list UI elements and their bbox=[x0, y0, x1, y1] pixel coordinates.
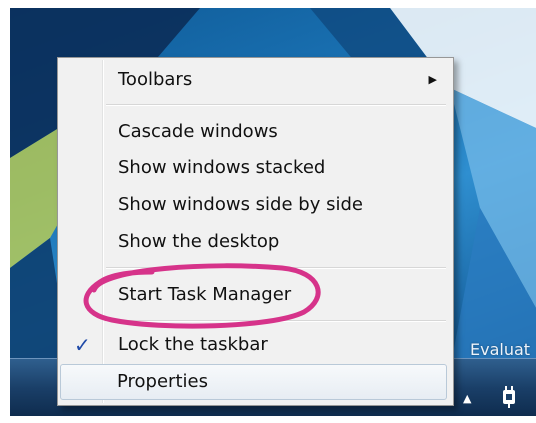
menu-item-label: Show windows stacked bbox=[118, 157, 326, 178]
menu-item-show-windows-stacked[interactable]: Show windows stacked bbox=[60, 151, 449, 185]
menu-item-label: Show windows side by side bbox=[118, 194, 363, 215]
menu-item-lock-the-taskbar[interactable]: ✓ Lock the taskbar bbox=[60, 328, 449, 362]
menu-separator bbox=[106, 104, 446, 106]
screen: Evaluat ▲ Toolbars ▶ Cascade windows Sho… bbox=[0, 0, 536, 423]
menu-separator bbox=[106, 267, 446, 269]
menu-item-start-task-manager[interactable]: Start Task Manager bbox=[60, 278, 449, 312]
menu-item-properties[interactable]: Properties bbox=[60, 364, 447, 400]
menu-item-label: Lock the taskbar bbox=[118, 334, 268, 355]
menu-separator bbox=[106, 320, 446, 322]
menu-item-label: Properties bbox=[117, 371, 208, 392]
menu-item-toolbars[interactable]: Toolbars ▶ bbox=[60, 63, 449, 97]
menu-item-label: Toolbars bbox=[118, 69, 193, 90]
chevron-up-icon[interactable]: ▲ bbox=[463, 392, 471, 405]
evaluation-watermark: Evaluat bbox=[470, 340, 531, 359]
taskbar-context-menu: Toolbars ▶ Cascade windows Show windows … bbox=[57, 57, 454, 406]
power-plug-icon[interactable] bbox=[500, 386, 518, 408]
menu-item-cascade-windows[interactable]: Cascade windows bbox=[60, 115, 449, 149]
menu-item-label: Cascade windows bbox=[118, 121, 278, 142]
checkmark-icon: ✓ bbox=[74, 333, 91, 357]
menu-item-show-windows-side-by-side[interactable]: Show windows side by side bbox=[60, 188, 449, 222]
image-border bbox=[0, 416, 536, 423]
menu-item-show-the-desktop[interactable]: Show the desktop bbox=[60, 225, 449, 259]
chevron-right-icon: ▶ bbox=[428, 73, 437, 86]
menu-item-label: Show the desktop bbox=[118, 231, 280, 252]
menu-item-label: Start Task Manager bbox=[118, 284, 292, 305]
